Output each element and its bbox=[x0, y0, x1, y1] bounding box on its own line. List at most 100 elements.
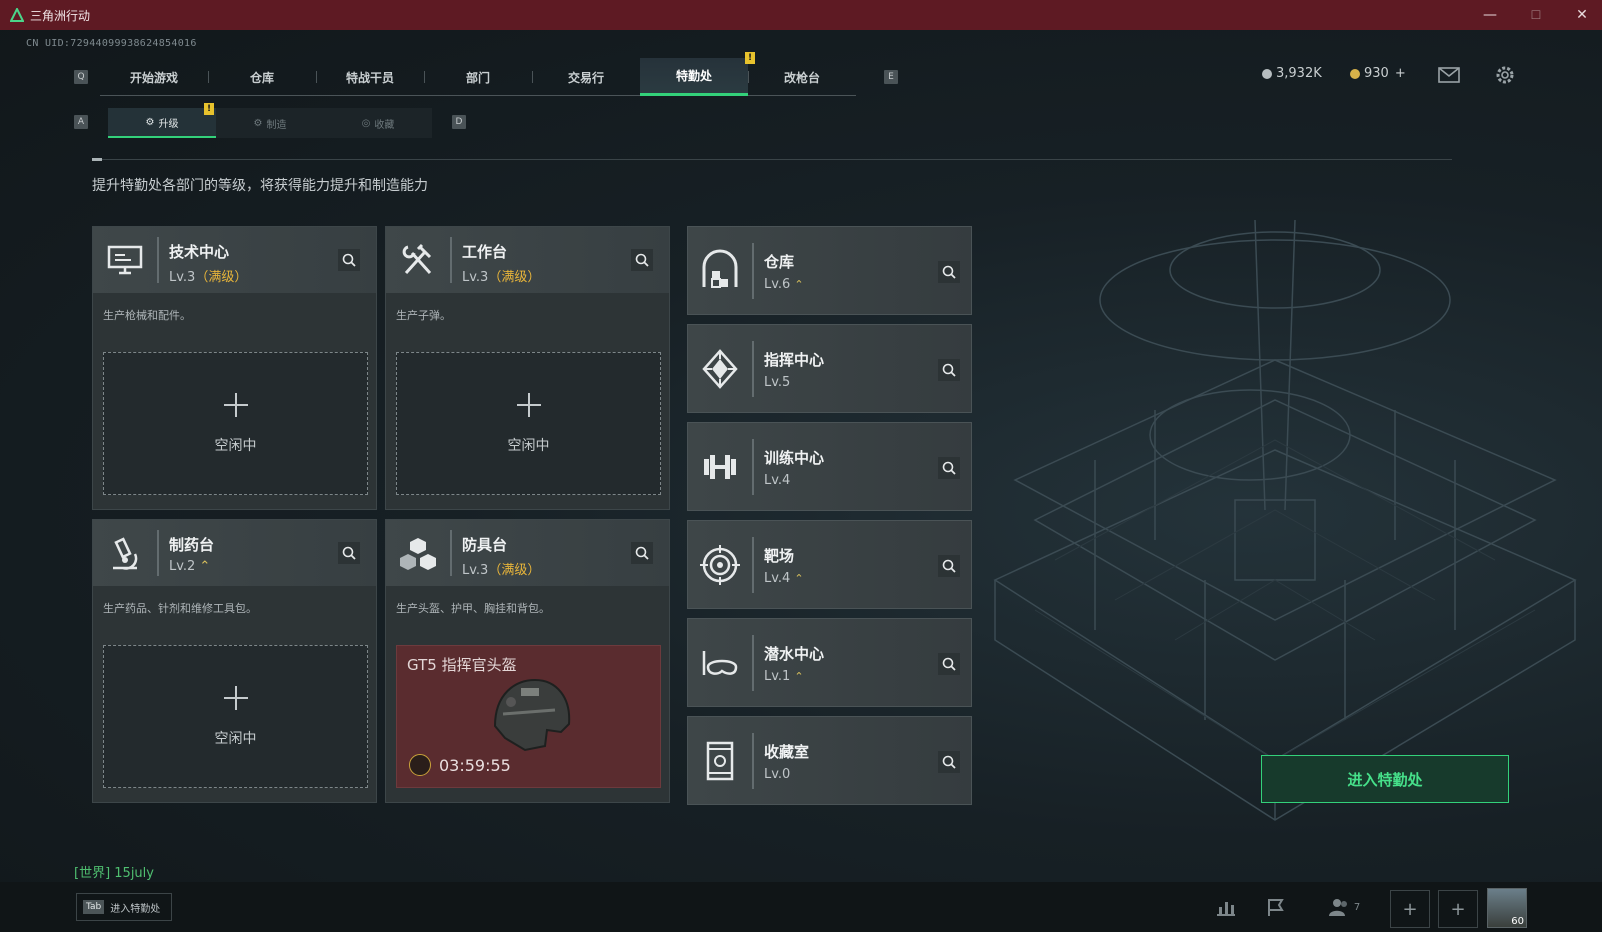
facility-name: 靶场 bbox=[764, 547, 795, 565]
facility-name: 仓库 bbox=[764, 253, 795, 271]
header-separator bbox=[157, 237, 159, 283]
facility-level: Lv.4 ⌃ bbox=[764, 571, 804, 586]
friends-button[interactable]: 7 bbox=[1322, 893, 1366, 921]
player-avatar[interactable]: 60 bbox=[1487, 888, 1527, 928]
craft-icon: ⚙ bbox=[253, 117, 263, 129]
nav-next-key[interactable]: E bbox=[884, 70, 898, 84]
upgrade-available-icon: ⌃ bbox=[794, 278, 804, 291]
silver-currency: 3,932K bbox=[1262, 66, 1322, 81]
facility-card-command-center[interactable]: 指挥中心 Lv.5 bbox=[687, 324, 972, 413]
maximize-button[interactable]: ☐ bbox=[1513, 0, 1559, 30]
facility-level: Lv.5 bbox=[764, 375, 791, 390]
department-card-pharmacy[interactable]: 制药台 Lv.2 ⌃ 生产药品、针剂和维修工具包。 空闲中 bbox=[92, 519, 377, 803]
craft-slot-empty[interactable]: 空闲中 bbox=[103, 352, 368, 495]
facility-card-training-center[interactable]: 训练中心 Lv.4 bbox=[687, 422, 972, 511]
level-value: Lv.1 bbox=[764, 669, 791, 684]
department-description: 生产头盔、护甲、胸挂和背包。 bbox=[396, 602, 550, 615]
subtab-craft[interactable]: ⚙ 制造 bbox=[216, 108, 324, 138]
level-value: Lv.3 bbox=[462, 563, 489, 578]
department-card-tech-center[interactable]: 技术中心 Lv.3（满级） 生产枪械和配件。 空闲中 bbox=[92, 226, 377, 510]
gold-currency: 930 + bbox=[1350, 66, 1406, 81]
crafting-slot-active[interactable]: GT5 指挥官头盔 03:59:55 bbox=[396, 645, 661, 788]
facility-card-dive-center[interactable]: 潜水中心 Lv.1 ⌃ bbox=[687, 618, 972, 707]
slot-status: 空闲中 bbox=[507, 438, 550, 454]
subnav-prev-key[interactable]: A bbox=[74, 115, 88, 129]
window-titlebar: 三角洲行动 — ☐ ✕ bbox=[0, 0, 1602, 30]
search-icon[interactable] bbox=[938, 457, 960, 479]
header-separator bbox=[752, 733, 754, 789]
craft-slot-empty[interactable]: 空闲中 bbox=[396, 352, 661, 495]
tab-gunsmith[interactable]: 改枪台 bbox=[748, 58, 856, 96]
app-logo-icon bbox=[10, 8, 24, 22]
flag-icon[interactable] bbox=[1262, 893, 1290, 921]
nav-prev-key[interactable]: Q bbox=[74, 70, 88, 84]
facility-level: Lv.6 ⌃ bbox=[764, 277, 804, 292]
department-card-workbench[interactable]: 工作台 Lv.3（满级） 生产子弹。 空闲中 bbox=[385, 226, 670, 510]
tab-special-ops[interactable]: 特勤处 bbox=[640, 58, 748, 96]
subtab-upgrade-label: 升级 bbox=[158, 118, 179, 130]
search-icon[interactable] bbox=[631, 542, 653, 564]
top-nav: 开始游戏 仓库 特战干员 部门 交易行 特勤处 改枪台 bbox=[100, 58, 856, 96]
subtab-collection[interactable]: ◎ 收藏 bbox=[324, 108, 432, 138]
stats-chart-icon[interactable] bbox=[1212, 893, 1240, 921]
subtab-collection-label: 收藏 bbox=[374, 119, 395, 131]
command-center-icon bbox=[702, 349, 738, 389]
header-separator bbox=[157, 530, 159, 576]
friends-count: 7 bbox=[1353, 901, 1361, 913]
mail-icon[interactable] bbox=[1438, 67, 1460, 83]
max-level-tag: （满级） bbox=[488, 563, 541, 578]
header-separator bbox=[752, 439, 754, 495]
monitor-icon bbox=[107, 245, 143, 275]
facility-name: 训练中心 bbox=[764, 449, 825, 467]
tab-start-game[interactable]: 开始游戏 bbox=[100, 58, 208, 96]
header-separator bbox=[450, 530, 452, 576]
player-uid: CN UID:72944099938624854016 bbox=[26, 38, 197, 49]
search-icon[interactable] bbox=[338, 542, 360, 564]
upgrade-available-icon: ⌃ bbox=[199, 559, 211, 574]
plus-icon bbox=[516, 393, 541, 417]
upgrade-available-icon: ⌃ bbox=[794, 572, 804, 585]
search-icon[interactable] bbox=[938, 751, 960, 773]
subnav-next-key[interactable]: D bbox=[452, 115, 466, 129]
search-icon[interactable] bbox=[938, 555, 960, 577]
department-level: Lv.2 ⌃ bbox=[169, 559, 210, 574]
craft-slot-empty[interactable]: 空闲中 bbox=[103, 645, 368, 788]
tab-operators[interactable]: 特战干员 bbox=[316, 58, 424, 96]
enter-special-ops-button[interactable]: 进入特勤处 bbox=[1261, 755, 1509, 803]
facility-name: 潜水中心 bbox=[764, 645, 825, 663]
search-icon[interactable] bbox=[938, 359, 960, 381]
search-icon[interactable] bbox=[938, 261, 960, 283]
facility-card-warehouse[interactable]: 仓库 Lv.6 ⌃ bbox=[687, 226, 972, 315]
divider bbox=[92, 159, 1452, 160]
facility-card-shooting-range[interactable]: 靶场 Lv.4 ⌃ bbox=[687, 520, 972, 609]
gold-add-button[interactable]: + bbox=[1395, 66, 1406, 81]
facility-card-collection-room[interactable]: 收藏室 Lv.0 bbox=[687, 716, 972, 805]
header-separator bbox=[752, 341, 754, 397]
tab-department[interactable]: 部门 bbox=[424, 58, 532, 96]
tab-warehouse[interactable]: 仓库 bbox=[208, 58, 316, 96]
search-icon[interactable] bbox=[338, 249, 360, 271]
facility-level: Lv.1 ⌃ bbox=[764, 669, 804, 684]
department-card-armor[interactable]: 防具台 Lv.3（满级） 生产头盔、护甲、胸挂和背包。 GT5 指挥官头盔 03… bbox=[385, 519, 670, 803]
divider-marker bbox=[92, 158, 102, 161]
plus-icon bbox=[223, 686, 248, 710]
search-icon[interactable] bbox=[938, 653, 960, 675]
facility-name: 收藏室 bbox=[764, 743, 810, 761]
header-separator bbox=[752, 537, 754, 593]
tab-trading[interactable]: 交易行 bbox=[532, 58, 640, 96]
subtab-upgrade[interactable]: ⚙ 升级 bbox=[108, 108, 216, 138]
crafting-timer: 03:59:55 bbox=[439, 756, 511, 775]
close-button[interactable]: ✕ bbox=[1559, 0, 1602, 30]
tab-shortcut-hint[interactable]: Tab 进入特勤处 bbox=[76, 893, 172, 921]
avatar-level: 60 bbox=[1511, 916, 1524, 927]
card-header: 技术中心 Lv.3（满级） bbox=[93, 227, 376, 293]
gear-icon[interactable] bbox=[1494, 64, 1516, 86]
search-icon[interactable] bbox=[631, 249, 653, 271]
department-description: 生产枪械和配件。 bbox=[103, 309, 191, 322]
add-party-slot-2-button[interactable]: + bbox=[1438, 890, 1478, 928]
world-chat-message[interactable]: [世界] 15july bbox=[74, 862, 154, 881]
tab-key: Tab bbox=[83, 900, 105, 914]
minimize-button[interactable]: — bbox=[1467, 0, 1513, 30]
hammer-wrench-icon bbox=[402, 243, 432, 275]
add-party-slot-1-button[interactable]: + bbox=[1390, 890, 1430, 928]
